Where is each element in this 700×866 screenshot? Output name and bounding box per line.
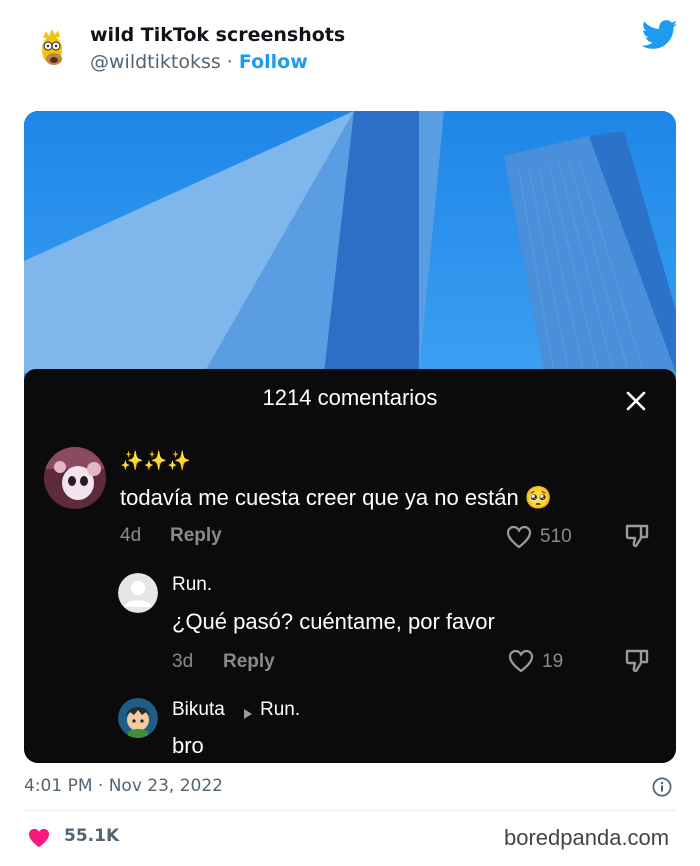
comment-username[interactable]: ✨✨✨ bbox=[120, 449, 191, 473]
commenter-avatar[interactable] bbox=[118, 573, 158, 613]
twitter-bird-icon[interactable] bbox=[641, 20, 678, 50]
comment-username[interactable]: Bikuta bbox=[172, 699, 225, 721]
tweet-media[interactable]: 1214 comentarios ✨✨✨ todavía me cuesta c… bbox=[24, 111, 676, 763]
comment-username[interactable]: Run. bbox=[172, 574, 212, 596]
author-name[interactable]: wild TikTok screenshots bbox=[90, 24, 345, 46]
like-outline-icon[interactable] bbox=[506, 525, 532, 549]
commenter-avatar[interactable] bbox=[118, 698, 158, 738]
follow-button[interactable]: Follow bbox=[239, 51, 308, 73]
watermark: boredpanda.com bbox=[504, 825, 670, 850]
heart-icon[interactable] bbox=[28, 828, 50, 848]
comment-text: todavía me cuesta creer que ya no están … bbox=[120, 485, 553, 510]
like-count: 55.1K bbox=[64, 826, 120, 846]
reply-button[interactable]: Reply bbox=[170, 525, 222, 547]
reply-button[interactable]: Reply bbox=[223, 651, 275, 673]
comment-age: 4d bbox=[120, 525, 142, 546]
comment-text: ¿Qué pasó? cuéntame, por favor bbox=[172, 609, 495, 634]
comment-text: bro bbox=[172, 733, 204, 758]
dislike-icon[interactable] bbox=[624, 523, 650, 549]
comment-like-count: 19 bbox=[542, 651, 564, 672]
comment-age: 3d bbox=[172, 651, 194, 672]
info-icon[interactable] bbox=[652, 777, 672, 797]
comments-count-title: 1214 comentarios bbox=[262, 385, 438, 410]
tweet-header: wild TikTok screenshots @wildtiktokss · … bbox=[0, 0, 700, 100]
towers-photo bbox=[24, 111, 676, 373]
handle-row: @wildtiktokss · Follow bbox=[90, 51, 308, 73]
comment-like-count: 510 bbox=[540, 526, 572, 547]
footer-divider bbox=[24, 810, 676, 811]
author-avatar[interactable] bbox=[26, 22, 80, 76]
dislike-icon[interactable] bbox=[624, 648, 650, 674]
close-icon[interactable] bbox=[624, 389, 648, 413]
tweet-timestamp[interactable]: 4:01 PM · Nov 23, 2022 bbox=[24, 776, 223, 796]
reply-to-username[interactable]: Run. bbox=[260, 699, 300, 721]
handle-separator: · bbox=[220, 51, 239, 73]
comments-panel: 1214 comentarios ✨✨✨ todavía me cuesta c… bbox=[24, 369, 676, 763]
like-outline-icon[interactable] bbox=[508, 649, 534, 673]
author-handle[interactable]: @wildtiktokss bbox=[90, 51, 221, 73]
reply-to-arrow-icon bbox=[243, 705, 253, 719]
commenter-avatar[interactable] bbox=[44, 447, 106, 509]
